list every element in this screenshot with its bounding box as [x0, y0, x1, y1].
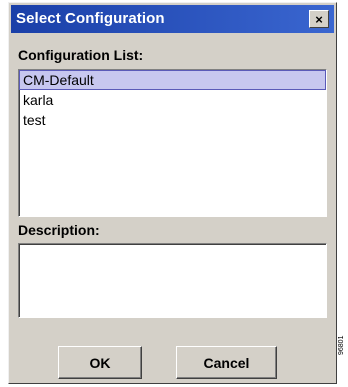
list-item-test[interactable]: test [19, 110, 326, 130]
close-icon: × [315, 11, 323, 27]
close-button[interactable]: × [309, 10, 329, 28]
description-field[interactable] [18, 243, 327, 318]
title-bar[interactable]: Select Configuration × [11, 5, 334, 33]
ok-button[interactable]: OK [58, 346, 142, 379]
dialog-title: Select Configuration [16, 10, 165, 27]
list-item-karla[interactable]: karla [19, 90, 326, 110]
select-configuration-dialog: Select Configuration × Configuration Lis… [8, 2, 337, 384]
cancel-button[interactable]: Cancel [176, 346, 277, 379]
list-item-cm-default[interactable]: CM-Default [19, 70, 326, 90]
description-label: Description: [18, 222, 100, 238]
configuration-list[interactable]: CM-Default karla test [18, 69, 327, 217]
figure-id: 96801 [338, 335, 345, 355]
configuration-list-label: Configuration List: [18, 47, 144, 63]
